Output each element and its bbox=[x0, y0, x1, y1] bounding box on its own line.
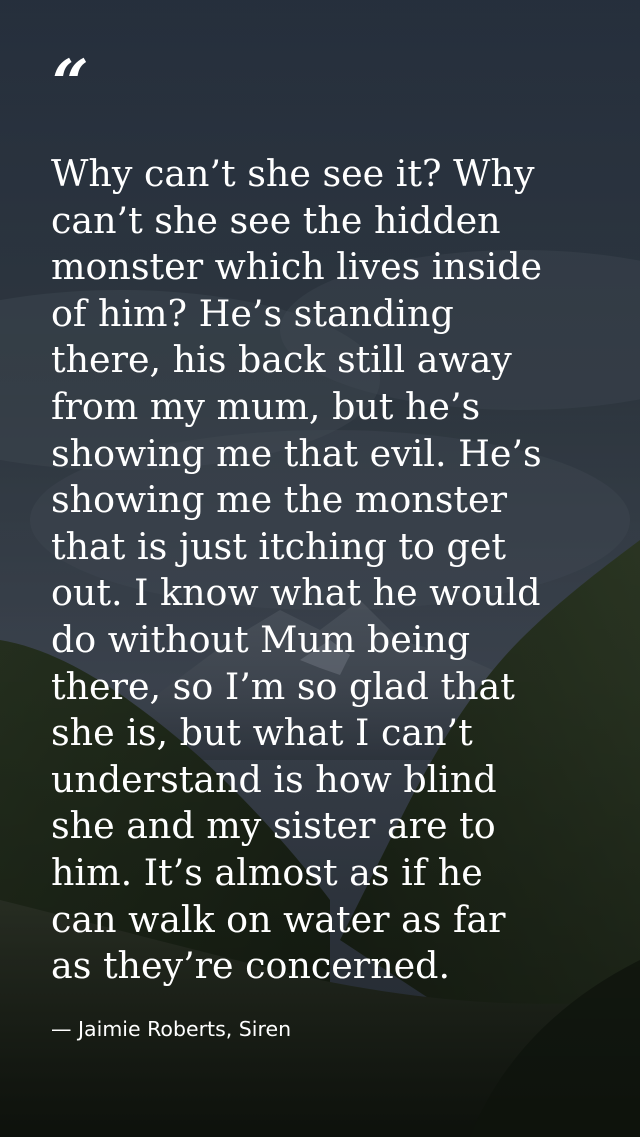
quote-text: Why can’t she see it? Why can’t she see … bbox=[51, 152, 543, 988]
quotation-mark-icon: “ bbox=[52, 46, 89, 121]
quote-attribution: — Jaimie Roberts, Siren bbox=[51, 1017, 292, 1041]
